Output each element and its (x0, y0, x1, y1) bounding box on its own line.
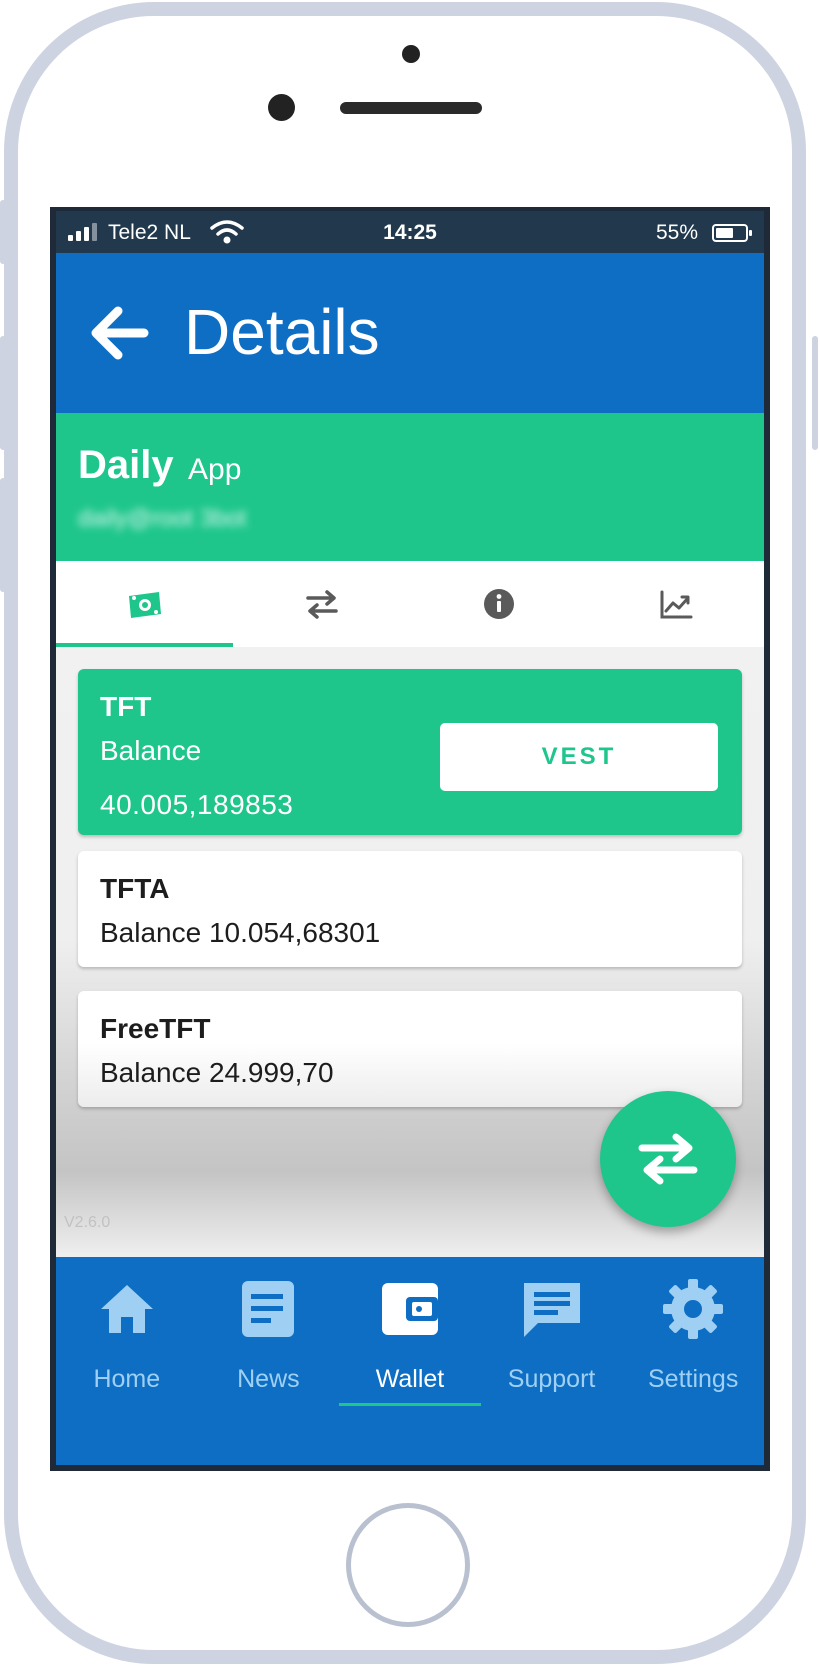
tab-transactions[interactable] (233, 561, 410, 647)
status-bar: Tele2 NL 14:25 55% (56, 211, 764, 253)
chat-icon (523, 1283, 580, 1337)
vest-button[interactable]: VEST (440, 723, 718, 791)
card-title: TFTA (100, 873, 170, 904)
mute-switch (0, 200, 6, 264)
battery-icon (712, 224, 752, 242)
volume-down-button (0, 478, 6, 592)
nav-item-home[interactable]: Home (56, 1257, 198, 1465)
money-icon (128, 592, 161, 618)
transfer-fab-button[interactable] (600, 1091, 736, 1227)
arrow-left-icon[interactable] (86, 303, 150, 363)
transfer-icon (305, 590, 338, 619)
nav-item-wallet[interactable]: Wallet (339, 1257, 481, 1465)
account-name: Daily (78, 443, 174, 487)
balance-card-tft[interactable]: TFT Balance 40.005,189853 VEST (78, 669, 742, 835)
transfer-icon (638, 1133, 698, 1185)
balance-card-freetft[interactable]: FreeTFT Balance 24.999,70 (78, 991, 742, 1107)
tab-chart[interactable] (587, 561, 764, 647)
power-button (812, 336, 818, 450)
volume-up-button (0, 336, 6, 450)
nav-label: Home (93, 1365, 161, 1393)
page-title: Details (184, 296, 380, 368)
nav-item-settings[interactable]: Settings (622, 1257, 764, 1465)
chart-icon (660, 590, 692, 619)
nav-label: Settings (648, 1365, 739, 1393)
earpiece-speaker (340, 102, 482, 114)
nav-item-news[interactable]: News (198, 1257, 340, 1465)
balance-value: 40.005,189853 (100, 789, 294, 820)
news-icon (242, 1281, 295, 1337)
tab-info[interactable] (410, 561, 587, 647)
app-version: V2.6.0 (64, 1214, 111, 1231)
account-address-blurred: daily@root 3bot (78, 505, 247, 532)
balance-card-tfta[interactable]: TFTA Balance 10.054,68301 (78, 851, 742, 967)
account-type: App (188, 453, 242, 486)
account-header: Daily App daily@root 3bot (56, 413, 764, 561)
balance-label: Balance (100, 735, 202, 766)
balance-line: Balance 24.999,70 (100, 1057, 334, 1088)
nav-label: News (237, 1365, 300, 1393)
gear-icon (663, 1279, 724, 1339)
wallet-icon (381, 1283, 438, 1335)
nav-label: Support (507, 1365, 596, 1393)
battery-percent: 55% (655, 221, 698, 244)
home-hardware-button[interactable] (346, 1503, 470, 1627)
front-sensor (268, 94, 295, 121)
bottom-navigation: Home News Wallet Support Settings (56, 1257, 764, 1465)
info-icon (483, 589, 514, 619)
camera-dot (402, 45, 420, 63)
phone-screen: Tele2 NL 14:25 55% Details Daily App dai… (50, 207, 770, 1471)
nav-label: Wallet (375, 1365, 445, 1393)
tab-balances[interactable] (56, 561, 233, 647)
card-title: FreeTFT (100, 1013, 211, 1044)
balance-line: Balance 10.054,68301 (100, 917, 381, 948)
home-icon (100, 1285, 153, 1333)
app-bar: Details (56, 253, 764, 413)
wallet-tabs (56, 561, 764, 647)
card-title: TFT (100, 691, 152, 722)
nav-item-support[interactable]: Support (481, 1257, 623, 1465)
